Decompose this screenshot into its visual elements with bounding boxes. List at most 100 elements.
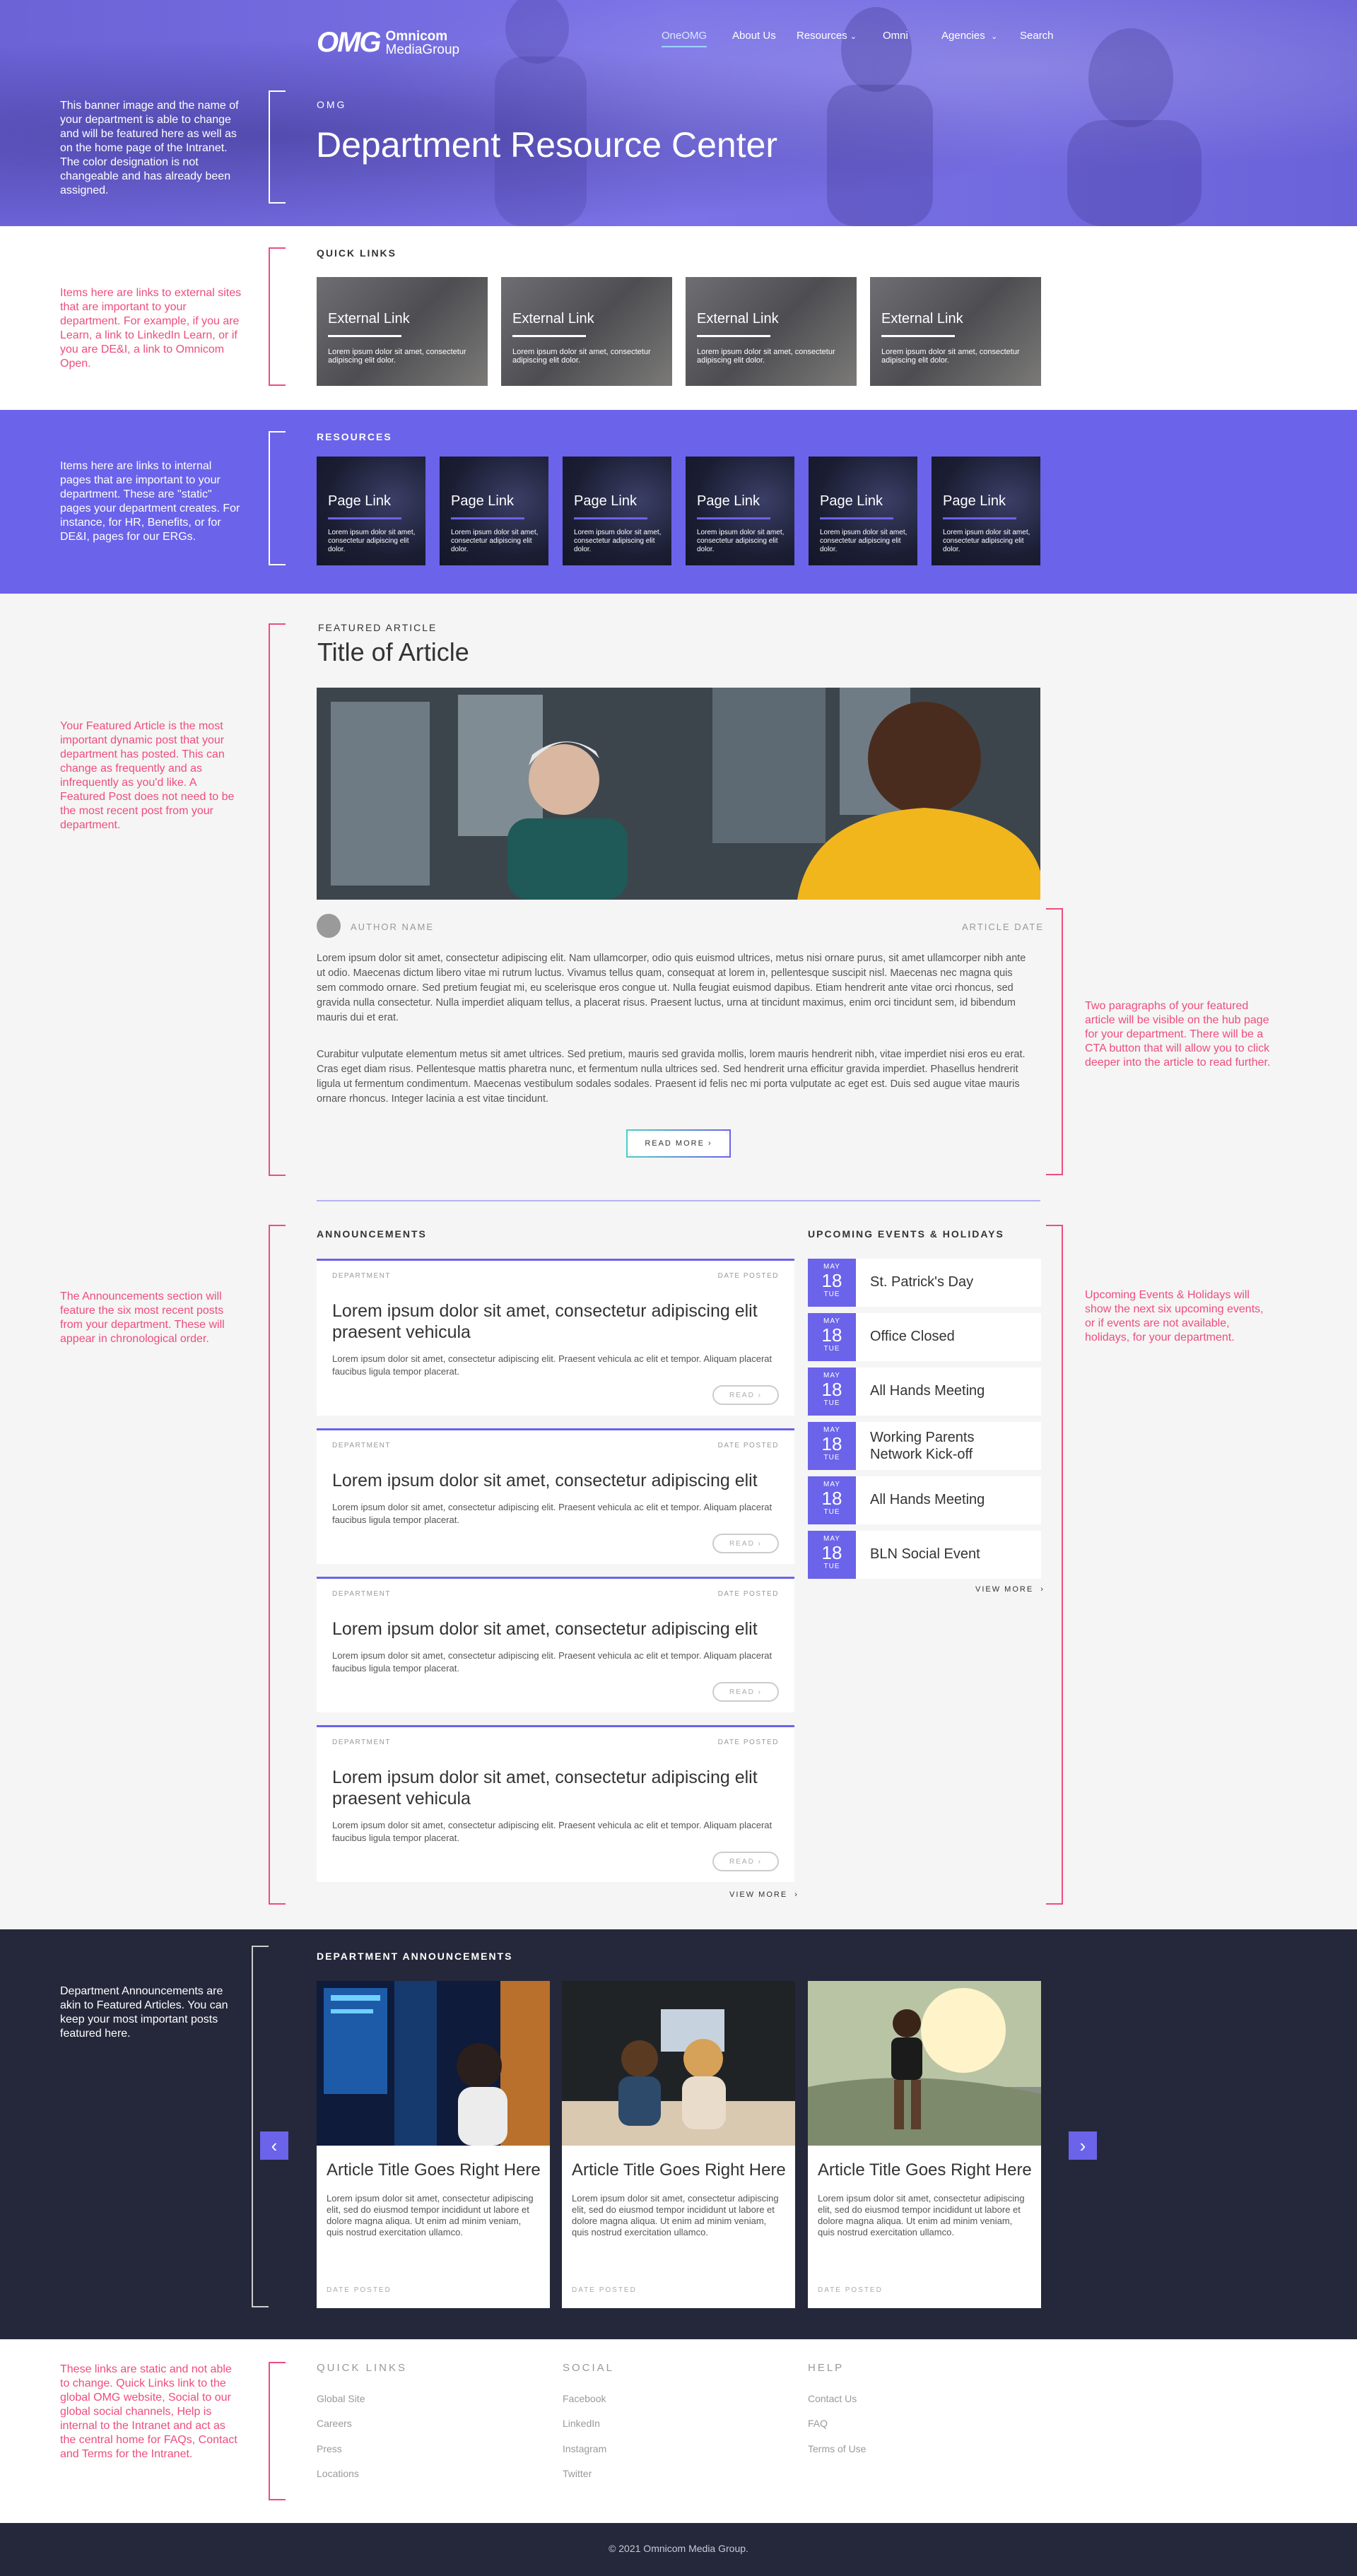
article-paragraph-2: Curabitur vulputate elementum metus sit …: [317, 1049, 1026, 1105]
page-link-card[interactable]: Page Link Lorem ipsum dolor sit amet, con…: [563, 457, 671, 565]
events-view-more[interactable]: VIEW MORE ›: [975, 1585, 1045, 1594]
nav-resources[interactable]: Resources ⌄: [797, 30, 857, 42]
footer-link-faq[interactable]: FAQ: [808, 2418, 828, 2429]
event-date: MAY 18 TUE: [808, 1368, 856, 1416]
event-item[interactable]: MAY 18 TUE Working Parents Network Kick-of…: [808, 1422, 1041, 1470]
chevron-right-icon: ›: [758, 1688, 762, 1696]
footer-link-twitter[interactable]: Twitter: [563, 2468, 592, 2479]
event-item[interactable]: MAY 18 TUE BLN Social Event: [808, 1531, 1041, 1579]
event-name: BLN Social Event: [870, 1546, 980, 1562]
page-title: Department Resource Center: [316, 125, 778, 165]
carousel-next-button[interactable]: ›: [1069, 2131, 1097, 2160]
featured-note: Your Featured Article is the most import…: [60, 720, 235, 831]
footer-link-facebook[interactable]: Facebook: [563, 2393, 606, 2404]
article-thumbnail: [808, 1981, 1041, 2146]
external-link-card[interactable]: External Link Lorem ipsum dolor sit amet…: [686, 277, 857, 386]
footer-link-instagram[interactable]: Instagram: [563, 2443, 606, 2454]
event-item[interactable]: MAY 18 TUE St. Patrick's Day: [808, 1259, 1041, 1307]
read-button[interactable]: READ ›: [712, 1682, 779, 1702]
external-link-card[interactable]: External Link Lorem ipsum dolor sit amet…: [870, 277, 1041, 386]
page-link-card[interactable]: Page Link Lorem ipsum dolor sit amet, con…: [686, 457, 794, 565]
department-label: DEPARTMENT: [332, 1590, 391, 1598]
copyright-text: © 2021 Omnicom Media Group.: [609, 2543, 748, 2554]
nav-search[interactable]: Search: [1020, 30, 1054, 42]
read-button[interactable]: READ ›: [712, 1534, 779, 1553]
card-title: Page Link: [943, 493, 1006, 509]
article-desc: Lorem ipsum dolor sit amet, consectetur …: [327, 2193, 534, 2237]
events-note: Upcoming Events & Holidays will show the…: [1085, 1289, 1264, 1343]
event-name: Working Parents Network Kick-off: [870, 1430, 975, 1462]
page-link-card[interactable]: Page Link Lorem ipsum dolor sit amet, con…: [317, 457, 425, 565]
event-date: MAY 18 TUE: [808, 1422, 856, 1470]
event-name: Office Closed: [870, 1329, 955, 1344]
article-paragraph-1: Lorem ipsum dolor sit amet, consectetur …: [317, 953, 1026, 1023]
logo-line-2: MediaGroup: [385, 42, 460, 57]
page-link-card[interactable]: Page Link Lorem ipsum dolor sit amet, con…: [440, 457, 548, 565]
page-link-card[interactable]: Page Link Lorem ipsum dolor sit amet, con…: [932, 457, 1040, 565]
annotation-bracket: [1046, 908, 1063, 1175]
view-more-label: VIEW MORE: [975, 1585, 1034, 1594]
event-item[interactable]: MAY 18 TUE All Hands Meeting: [808, 1476, 1041, 1524]
read-button[interactable]: READ ›: [712, 1385, 779, 1405]
event-item[interactable]: MAY 18 TUE Office Closed: [808, 1313, 1041, 1361]
read-label: READ: [729, 1391, 755, 1399]
logo-wordmark: Omnicom MediaGroup: [386, 30, 460, 57]
article-title: Article Title Goes Right Here: [327, 2160, 541, 2180]
resources-note: Items here are links to internal pages t…: [60, 460, 240, 543]
card-desc: Lorem ipsum dolor sit amet, consectetur …: [943, 529, 1030, 553]
author-name: AUTHOR NAME: [351, 922, 435, 932]
department-article-card[interactable]: Article Title Goes Right Here Lorem ipsu…: [808, 1981, 1041, 2308]
footer-link-terms[interactable]: Terms of Use: [808, 2443, 866, 2454]
announcement-card[interactable]: DEPARTMENT DATE POSTED Lorem ipsum dolor…: [317, 1259, 794, 1416]
chevron-right-icon: ›: [758, 1539, 762, 1548]
event-name: All Hands Meeting: [870, 1383, 985, 1399]
article-desc: Lorem ipsum dolor sit amet, consectetur …: [572, 2193, 779, 2237]
nav-agencies[interactable]: Agencies ⌄: [941, 30, 997, 42]
department-article-card[interactable]: Article Title Goes Right Here Lorem ipsu…: [317, 1981, 550, 2308]
footer-link-global-site[interactable]: Global Site: [317, 2393, 365, 2404]
chevron-right-icon: ›: [1040, 1585, 1045, 1594]
footer-heading-social: SOCIAL: [563, 2362, 615, 2374]
card-desc: Lorem ipsum dolor sit amet, consectetur …: [574, 529, 662, 553]
quick-links-label: QUICK LINKS: [317, 247, 396, 259]
date-posted: DATE POSTED: [717, 1442, 779, 1449]
nav-omni[interactable]: Omni: [883, 30, 908, 42]
announcement-card[interactable]: DEPARTMENT DATE POSTED Lorem ipsum dolor…: [317, 1428, 794, 1564]
announcement-body: Lorem ipsum dolor sit amet, consectetur …: [332, 1353, 773, 1377]
footer-link-locations[interactable]: Locations: [317, 2468, 359, 2479]
footer-heading-quick-links: QUICK LINKS: [317, 2362, 408, 2374]
external-link-card[interactable]: External Link Lorem ipsum dolor sit amet…: [317, 277, 488, 386]
read-more-button[interactable]: READ MORE ›: [626, 1129, 731, 1158]
announcements-view-more[interactable]: VIEW MORE ›: [729, 1890, 799, 1899]
nav-about-us[interactable]: About Us: [732, 30, 776, 42]
carousel-prev-button[interactable]: ‹: [260, 2131, 288, 2160]
nav-oneomg[interactable]: OneOMG: [662, 30, 707, 47]
read-button[interactable]: READ ›: [712, 1852, 779, 1871]
page-link-card[interactable]: Page Link Lorem ipsum dolor sit amet, con…: [809, 457, 917, 565]
footer-link-linkedin[interactable]: LinkedIn: [563, 2418, 600, 2429]
event-date: MAY 18 TUE: [808, 1476, 856, 1524]
announcement-card[interactable]: DEPARTMENT DATE POSTED Lorem ipsum dolor…: [317, 1577, 794, 1712]
card-title: Page Link: [574, 493, 637, 509]
announcement-card[interactable]: DEPARTMENT DATE POSTED Lorem ipsum dolor…: [317, 1725, 794, 1882]
omnicom-logo[interactable]: OMG Omnicom MediaGroup: [317, 27, 459, 59]
date-posted: DATE POSTED: [717, 1272, 779, 1280]
event-date: MAY 18 TUE: [808, 1259, 856, 1307]
article-desc: Lorem ipsum dolor sit amet, consectetur …: [818, 2193, 1025, 2237]
card-title: Page Link: [451, 493, 514, 509]
card-title: Page Link: [820, 493, 883, 509]
footer-link-careers[interactable]: Careers: [317, 2418, 352, 2429]
footer-link-press[interactable]: Press: [317, 2443, 342, 2454]
event-item[interactable]: MAY 18 TUE All Hands Meeting: [808, 1368, 1041, 1416]
view-more-label: VIEW MORE: [729, 1890, 788, 1899]
department-article-card[interactable]: Article Title Goes Right Here Lorem ipsu…: [562, 1981, 795, 2308]
footer-link-contact-us[interactable]: Contact Us: [808, 2393, 857, 2404]
read-label: READ: [729, 1539, 755, 1548]
announcement-body: Lorem ipsum dolor sit amet, consectetur …: [332, 1502, 773, 1525]
external-link-card[interactable]: External Link Lorem ipsum dolor sit amet…: [501, 277, 672, 386]
featured-image[interactable]: [317, 688, 1040, 900]
card-desc: Lorem ipsum dolor sit amet, consectetur …: [512, 348, 651, 365]
featured-cta-note: Two paragraphs of your featured article …: [1085, 1000, 1271, 1069]
article-title[interactable]: Title of Article: [317, 637, 469, 667]
card-desc: Lorem ipsum dolor sit amet, consectetur …: [328, 348, 466, 365]
